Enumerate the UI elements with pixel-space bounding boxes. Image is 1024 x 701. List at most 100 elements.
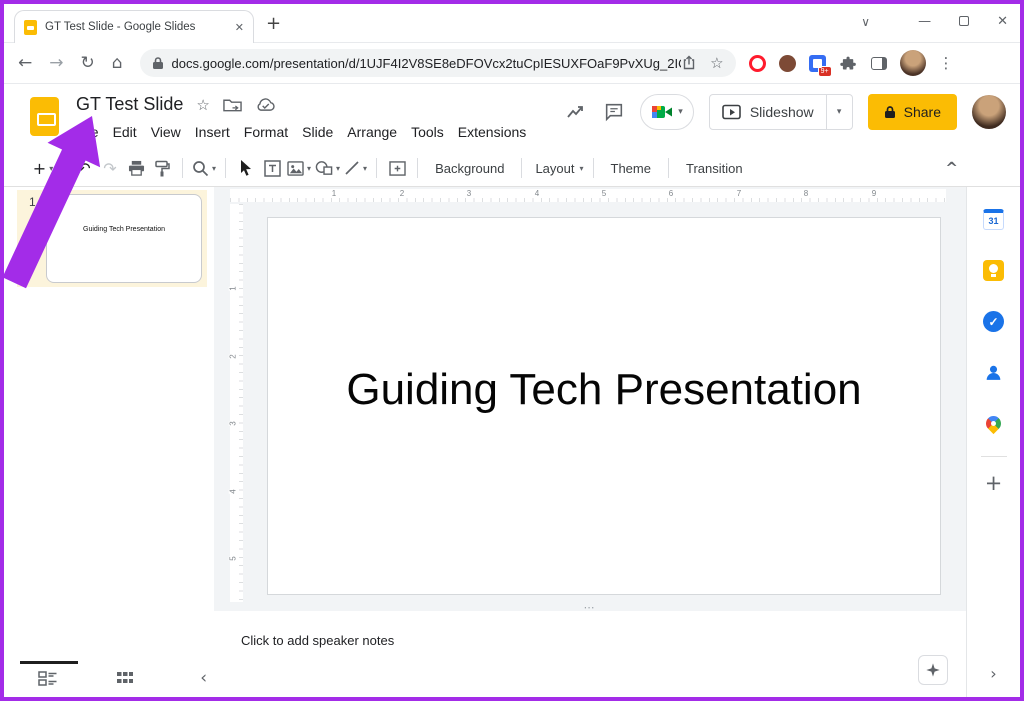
redo-button[interactable]: ↷ xyxy=(99,154,121,182)
opera-extension-icon[interactable] xyxy=(749,55,766,72)
filmstrip-view-icon xyxy=(38,670,58,687)
grid-view-button[interactable] xyxy=(116,670,134,686)
menu-insert[interactable]: Insert xyxy=(188,122,237,142)
tab-search-chevron-icon[interactable]: ∨ xyxy=(861,15,870,29)
insert-shape-button[interactable]: ▾ xyxy=(315,154,340,182)
calendar-icon[interactable]: 31 xyxy=(983,209,1004,230)
document-title[interactable]: GT Test Slide xyxy=(76,94,183,115)
slide-thumbnail[interactable]: Guiding Tech Presentation xyxy=(46,194,202,283)
tab-close-icon[interactable]: ✕ xyxy=(235,21,244,34)
tasks-icon[interactable]: ✓ xyxy=(983,311,1004,332)
maps-icon[interactable] xyxy=(983,413,1004,434)
v-ruler-label: 2 xyxy=(229,354,238,358)
view-indicator xyxy=(20,661,78,664)
share-page-icon[interactable] xyxy=(681,55,697,71)
v-ruler-label: 1 xyxy=(229,286,238,290)
extensions-row: 9+ ⋮ xyxy=(749,50,954,76)
notes-drag-handle[interactable]: ⋯ xyxy=(584,601,597,614)
layout-caret-icon: ▾ xyxy=(580,164,584,173)
zoom-button[interactable]: ▾ xyxy=(192,154,216,182)
menu-view[interactable]: View xyxy=(144,122,188,142)
reload-button[interactable]: ↻ xyxy=(81,53,95,73)
side-panel-icon[interactable] xyxy=(871,57,887,70)
omnibox[interactable]: docs.google.com/presentation/d/1UJF4I2V8… xyxy=(140,49,736,77)
bookmark-star-icon[interactable]: ☆ xyxy=(710,54,723,72)
keep-icon[interactable] xyxy=(983,260,1004,281)
transition-button[interactable]: Transition xyxy=(676,156,753,181)
account-avatar[interactable] xyxy=(972,95,1006,129)
new-slide-caret-icon[interactable]: ▾ xyxy=(49,164,53,173)
select-tool-button[interactable] xyxy=(235,154,257,182)
extension-icon[interactable] xyxy=(779,55,796,72)
slides-logo-icon[interactable] xyxy=(30,97,59,136)
window-controls: — ✕ xyxy=(918,14,1008,30)
side-panel-expand-chevron[interactable]: › xyxy=(990,664,996,683)
comments-icon[interactable] xyxy=(603,101,625,123)
slide-title-text[interactable]: Guiding Tech Presentation xyxy=(346,365,861,415)
theme-button[interactable]: Theme xyxy=(601,156,661,181)
menu-slide[interactable]: Slide xyxy=(295,122,340,142)
print-button[interactable] xyxy=(125,154,147,182)
extension-badge: 9+ xyxy=(818,66,832,77)
h-ruler-label: 6 xyxy=(667,189,675,198)
line-caret-icon[interactable]: ▾ xyxy=(363,164,367,173)
url-text[interactable]: docs.google.com/presentation/d/1UJF4I2V8… xyxy=(172,56,682,71)
text-box-button[interactable] xyxy=(261,154,283,182)
new-slide-button[interactable]: + ▾ xyxy=(32,154,54,182)
insert-line-button[interactable]: ▾ xyxy=(344,154,367,182)
meet-join-button[interactable]: ▾ xyxy=(640,94,694,130)
insert-image-button[interactable]: ▾ xyxy=(287,154,311,182)
toolbar-separator xyxy=(376,158,377,178)
star-document-icon[interactable]: ☆ xyxy=(196,96,209,114)
toolbar-collapse-button[interactable]: ^ xyxy=(945,159,958,177)
browser-profile-avatar[interactable] xyxy=(900,50,926,76)
speaker-notes-placeholder[interactable]: Click to add speaker notes xyxy=(241,633,394,648)
activity-dashboard-icon[interactable] xyxy=(564,100,588,124)
forward-button[interactable]: → xyxy=(49,53,63,73)
explore-star-icon xyxy=(925,662,941,678)
background-button[interactable]: Background xyxy=(425,156,514,181)
menu-arrange[interactable]: Arrange xyxy=(340,122,404,142)
window-close-button[interactable]: ✕ xyxy=(997,14,1008,30)
back-button[interactable]: ← xyxy=(18,53,32,73)
filmstrip-view-button[interactable] xyxy=(38,670,58,687)
layout-button[interactable]: Layout ▾ xyxy=(531,154,583,182)
slideshow-dropdown-caret[interactable]: ▾ xyxy=(826,94,852,130)
add-addon-button[interactable]: + xyxy=(985,471,1003,495)
window-minimize-button[interactable]: — xyxy=(918,14,931,30)
translate-extension-icon[interactable]: 9+ xyxy=(809,55,826,72)
slideshow-main[interactable]: Slideshow xyxy=(710,104,826,121)
explore-button[interactable] xyxy=(918,655,948,685)
zoom-caret-icon[interactable]: ▾ xyxy=(212,164,216,173)
filmstrip-collapse-chevron[interactable]: ‹ xyxy=(200,668,207,688)
cloud-saved-icon xyxy=(255,97,276,112)
undo-button[interactable]: ↶ xyxy=(73,154,95,182)
paint-format-button[interactable] xyxy=(151,154,173,182)
menu-tools[interactable]: Tools xyxy=(404,122,451,142)
slide-editing-surface[interactable]: Guiding Tech Presentation xyxy=(267,217,941,595)
speaker-notes-panel: ⋯ Click to add speaker notes xyxy=(214,611,966,697)
extensions-puzzle-icon[interactable] xyxy=(839,54,858,73)
v-ruler-label: 4 xyxy=(229,489,238,493)
meet-camera-icon xyxy=(651,103,673,121)
move-folder-icon[interactable] xyxy=(223,97,242,113)
grid-view-icon xyxy=(116,670,134,686)
window-maximize-button[interactable] xyxy=(959,14,969,30)
browser-menu-kebab-icon[interactable]: ⋮ xyxy=(939,54,954,72)
share-button[interactable]: Share xyxy=(868,94,957,130)
slideshow-button[interactable]: Slideshow ▾ xyxy=(709,94,853,130)
shape-caret-icon[interactable]: ▾ xyxy=(336,164,340,173)
browser-tab[interactable]: GT Test Slide - Google Slides ✕ xyxy=(14,10,254,43)
menu-edit[interactable]: Edit xyxy=(106,122,144,142)
contacts-icon[interactable] xyxy=(983,362,1004,383)
insert-placeholder-button[interactable] xyxy=(386,154,408,182)
zoom-icon xyxy=(192,160,209,177)
toolbar-separator xyxy=(593,158,594,178)
image-caret-icon[interactable]: ▾ xyxy=(307,164,311,173)
menu-file[interactable]: File xyxy=(69,122,106,142)
menu-format[interactable]: Format xyxy=(237,122,295,142)
menu-extensions[interactable]: Extensions xyxy=(451,122,533,142)
new-tab-button[interactable]: + xyxy=(266,13,281,34)
browser-window: GT Test Slide - Google Slides ✕ + ∨ — ✕ … xyxy=(0,0,1024,701)
home-button[interactable]: ⌂ xyxy=(112,53,123,73)
